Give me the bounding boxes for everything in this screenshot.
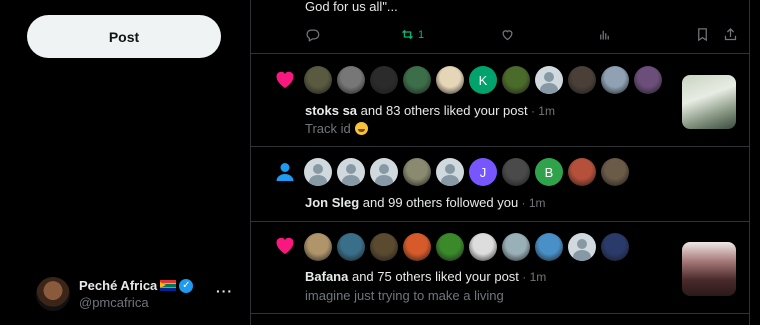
- actor-avatar[interactable]: [403, 66, 431, 94]
- account-display-name-row: Peché Africa ✓: [79, 277, 194, 294]
- actor-avatar[interactable]: [601, 66, 629, 94]
- post-preview: imagine just trying to make a living: [305, 288, 504, 303]
- post-thumbnail[interactable]: [682, 242, 736, 296]
- actor-avatar[interactable]: [535, 233, 563, 261]
- actor-avatar[interactable]: K: [469, 66, 497, 94]
- verified-badge-icon: ✓: [179, 278, 194, 293]
- reply-icon: [306, 29, 320, 42]
- actor-avatar[interactable]: J: [469, 158, 497, 186]
- retweet-icon: [402, 29, 413, 40]
- heart-icon: [502, 30, 513, 41]
- tweet-item[interactable]: God for us all"... 1: [251, 0, 749, 54]
- account-handle: @pmcafrica: [79, 295, 149, 310]
- actor-avatar[interactable]: [304, 66, 332, 94]
- analytics-icon: [600, 30, 609, 40]
- actor-avatars: JB: [304, 158, 629, 186]
- notification-message: and 99 others followed you: [359, 195, 519, 210]
- post-preview: Track id: [305, 121, 351, 136]
- actor-avatar[interactable]: [304, 233, 332, 261]
- notification-text: stoks sa and 83 others liked your post ·…: [305, 103, 555, 118]
- heart-filled-icon: [276, 237, 294, 254]
- actor-avatar[interactable]: [568, 233, 596, 261]
- actor-avatar[interactable]: [337, 233, 365, 261]
- retweet-button[interactable]: 1: [400, 27, 424, 42]
- share-button[interactable]: [723, 27, 738, 42]
- notification-time: · 1m: [518, 270, 547, 284]
- post-preview-text: Track id: [305, 121, 368, 136]
- actor-avatar[interactable]: [337, 66, 365, 94]
- actor-avatar[interactable]: [634, 66, 662, 94]
- share-icon: [724, 27, 737, 41]
- actor-name: Bafana: [305, 269, 349, 284]
- tweet-text: God for us all"...: [305, 0, 398, 14]
- south-africa-flag-icon: [160, 280, 177, 291]
- actor-avatar[interactable]: [601, 233, 629, 261]
- notification-item[interactable]: K stoks sa and 83 others liked your post…: [251, 54, 749, 147]
- actor-avatar[interactable]: [502, 158, 530, 186]
- account-avatar: [36, 277, 70, 311]
- actor-avatar[interactable]: [403, 233, 431, 261]
- actor-avatar[interactable]: [502, 66, 530, 94]
- notification-time: · 1m: [527, 104, 555, 118]
- post-thumbnail[interactable]: [682, 75, 736, 129]
- views-button[interactable]: [597, 27, 612, 42]
- actor-avatars: K: [304, 66, 662, 94]
- actor-avatar[interactable]: [337, 158, 365, 186]
- notification-text: Jon Sleg and 99 others followed you · 1m: [305, 195, 546, 210]
- reply-button[interactable]: [305, 27, 320, 42]
- more-options-icon[interactable]: ···: [216, 283, 233, 299]
- actor-avatar[interactable]: [469, 233, 497, 261]
- post-preview-text: imagine just trying to make a living: [305, 288, 504, 303]
- actor-avatar[interactable]: [403, 158, 431, 186]
- bookmark-icon: [698, 28, 707, 42]
- notification-message: and 75 others liked your post: [348, 269, 519, 284]
- actor-avatar[interactable]: [535, 66, 563, 94]
- actor-avatar[interactable]: [370, 66, 398, 94]
- person-icon: [276, 163, 294, 181]
- actor-avatar[interactable]: [601, 158, 629, 186]
- grinning-emoji-icon: [354, 122, 368, 135]
- account-names: Peché Africa ✓ @pmcafrica: [79, 277, 194, 311]
- actor-name: stoks sa: [305, 103, 358, 118]
- bookmark-button[interactable]: [695, 27, 710, 42]
- heart-filled-icon: [276, 71, 294, 88]
- notifications-timeline: God for us all"... 1 K stoks sa and 83 o…: [250, 0, 750, 325]
- retweet-count: 1: [418, 28, 425, 41]
- actor-avatar[interactable]: [370, 233, 398, 261]
- notification-item[interactable]: Bafana and 75 others liked your post · 1…: [251, 222, 749, 314]
- actor-avatar[interactable]: [436, 158, 464, 186]
- notification-time: · 1m: [518, 196, 546, 210]
- actor-avatar[interactable]: [370, 158, 398, 186]
- left-sidebar: Post Peché Africa ✓ @pmcafrica ···: [0, 0, 250, 325]
- account-display-name: Peché Africa: [79, 278, 158, 293]
- tweet-actions: 1: [305, 27, 741, 45]
- notification-message: and 83 others liked your post: [357, 103, 528, 118]
- actor-avatar[interactable]: [304, 158, 332, 186]
- actor-avatar[interactable]: B: [535, 158, 563, 186]
- actor-avatar[interactable]: [436, 233, 464, 261]
- actor-name: Jon Sleg: [305, 195, 360, 210]
- like-button[interactable]: [500, 27, 515, 42]
- notification-item[interactable]: JB Jon Sleg and 99 others followed you ·…: [251, 147, 749, 222]
- actor-avatar[interactable]: [502, 233, 530, 261]
- notification-text: Bafana and 75 others liked your post · 1…: [305, 269, 546, 284]
- actor-avatar[interactable]: [568, 66, 596, 94]
- actor-avatar[interactable]: [568, 158, 596, 186]
- post-button[interactable]: Post: [27, 15, 221, 58]
- actor-avatars: [304, 233, 629, 261]
- actor-avatar[interactable]: [436, 66, 464, 94]
- account-switcher[interactable]: Peché Africa ✓ @pmcafrica: [36, 274, 246, 314]
